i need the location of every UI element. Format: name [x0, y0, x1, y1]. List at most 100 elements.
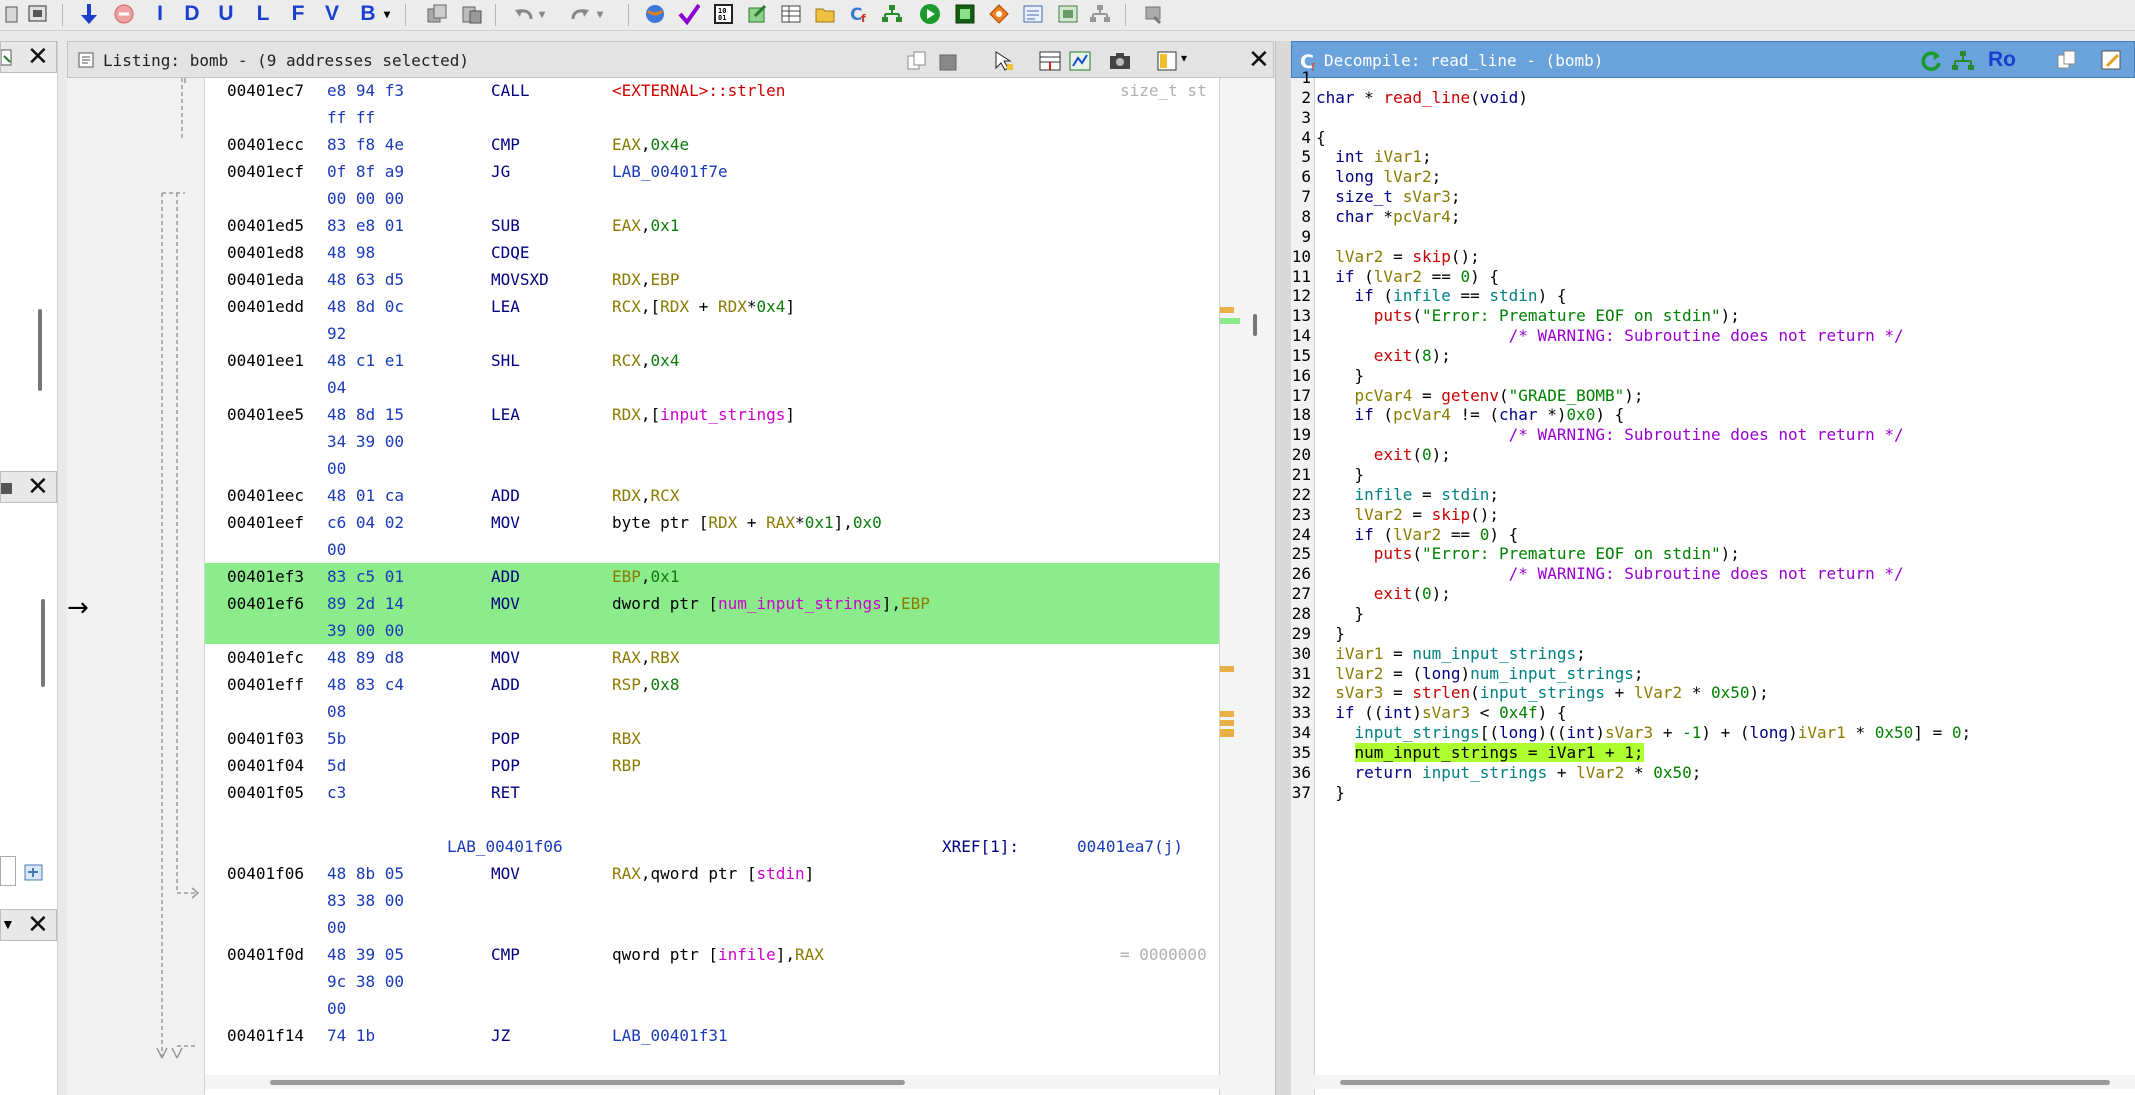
instruction-operands[interactable]: RBX — [612, 725, 641, 752]
code-text[interactable]: infile = stdin; — [1316, 485, 1500, 505]
code-text[interactable]: if (lVar2 == 0) { — [1316, 525, 1519, 545]
instruction-mnemonic[interactable]: MOV — [491, 860, 520, 887]
network-icon[interactable] — [1088, 2, 1112, 26]
code-token[interactable]: 0 — [1461, 267, 1471, 286]
listing-row[interactable]: 00401eec 48 01 ca ADD RDX,RCX — [205, 482, 1294, 509]
diamond-icon[interactable] — [987, 2, 1011, 26]
code-text[interactable]: } — [1316, 366, 1365, 386]
operand-token[interactable]: EBP — [651, 270, 680, 289]
code-token[interactable]: puts — [1374, 306, 1413, 325]
operand-token[interactable]: stdin — [757, 864, 805, 883]
code-token[interactable]: /* WARNING: Subroutine does not return *… — [1509, 425, 1904, 444]
code-text[interactable]: if ((int)sVar3 < 0x4f) { — [1316, 703, 1566, 723]
code-token[interactable]: if — [1355, 525, 1374, 544]
table-icon[interactable] — [779, 2, 803, 26]
instruction-mnemonic[interactable]: CALL — [491, 78, 530, 104]
listing-label-row[interactable]: LAB_00401f06 XREF[1]: 00401ea7(j) — [205, 833, 1294, 860]
listing-window-icon[interactable] — [1021, 2, 1045, 26]
layout-icon[interactable] — [1156, 50, 1178, 72]
listing-row[interactable]: 34 39 00 — [205, 428, 1294, 455]
code-token[interactable]: infile — [1393, 286, 1451, 305]
code-token[interactable]: lVar2 — [1576, 763, 1624, 782]
code-text[interactable]: exit(0); — [1316, 445, 1451, 465]
code-line[interactable]: 29 } — [1291, 624, 2135, 644]
code-token[interactable]: exit — [1374, 346, 1413, 365]
instruction-operands[interactable]: qword ptr [infile],RAX — [612, 941, 824, 968]
code-text[interactable]: if (pcVar4 != (char *)0x0) { — [1316, 405, 1625, 425]
overview-marker[interactable] — [1220, 318, 1240, 324]
call-tree-icon[interactable] — [880, 2, 904, 26]
code-text[interactable]: lVar2 = skip(); — [1316, 247, 1480, 267]
listing-row[interactable]: 00401eda 48 63 d5 MOVSXD RDX,EBP — [205, 266, 1294, 293]
code-line[interactable]: 7 size_t sVar3; — [1291, 187, 2135, 207]
code-text[interactable]: /* WARNING: Subroutine does not return *… — [1316, 326, 1904, 346]
code-token[interactable]: puts — [1374, 544, 1413, 563]
code-token[interactable]: if — [1335, 703, 1354, 722]
code-token[interactable]: long — [1335, 167, 1374, 186]
code-token[interactable]: input_strings — [1355, 723, 1480, 742]
code-line[interactable]: 31 lVar2 = (long)num_input_strings; — [1291, 664, 2135, 684]
instruction-address[interactable]: 00401f14 — [227, 1022, 304, 1049]
operand-token[interactable]: 0x4 — [651, 351, 680, 370]
edit-fields-icon[interactable] — [1038, 50, 1062, 72]
code-token[interactable]: 0x4f — [1499, 703, 1538, 722]
code-line[interactable]: 32 sVar3 = strlen(input_strings + lVar2 … — [1291, 683, 2135, 703]
instruction-operands[interactable]: RSP,0x8 — [612, 671, 679, 698]
code-text[interactable]: lVar2 = (long)num_input_strings; — [1316, 664, 1643, 684]
code-line[interactable]: 28 } — [1291, 604, 2135, 624]
script-manager-icon[interactable] — [953, 2, 977, 26]
listing-row[interactable]: 83 38 00 — [205, 887, 1294, 914]
instruction-operands[interactable]: RDX,RCX — [612, 482, 679, 509]
instruction-address[interactable]: 00401ec7 — [227, 78, 304, 104]
code-text[interactable]: } — [1316, 604, 1365, 624]
operand-token[interactable]: 0x4 — [757, 297, 786, 316]
listing-horizontal-scrollbar[interactable] — [205, 1075, 1225, 1089]
listing-blank-row[interactable] — [205, 806, 1294, 833]
listing-row[interactable]: 00401ecf 0f 8f a9 JG LAB_00401f7e — [205, 158, 1294, 185]
operand-token[interactable]: EAX — [612, 135, 641, 154]
instruction-address[interactable]: 00401ef6 — [227, 590, 304, 617]
instruction-mnemonic[interactable]: CDQE — [491, 239, 530, 266]
undefined-letter-icon[interactable]: U — [214, 2, 238, 26]
code-text[interactable]: /* WARNING: Subroutine does not return *… — [1316, 564, 1904, 584]
code-token[interactable]: -1 — [1682, 723, 1701, 742]
chevron-down-icon[interactable]: ▾ — [1181, 51, 1187, 65]
code-line[interactable]: 30 iVar1 = num_input_strings; — [1291, 644, 2135, 664]
paste-icon[interactable] — [938, 51, 960, 71]
code-token[interactable]: pcVar4 — [1393, 207, 1451, 226]
code-token[interactable]: if — [1355, 286, 1374, 305]
operand-token[interactable]: infile — [718, 945, 776, 964]
code-line[interactable]: 9 — [1291, 227, 2135, 247]
listing-row[interactable]: 92 — [205, 320, 1294, 347]
code-token[interactable]: lVar2 — [1335, 664, 1383, 683]
code-text[interactable]: int iVar1; — [1316, 147, 1431, 167]
code-text[interactable]: exit(8); — [1316, 346, 1451, 366]
instruction-operands[interactable]: RCX,0x4 — [612, 347, 679, 374]
stop-icon[interactable] — [112, 2, 136, 26]
operand-token[interactable]: RCX — [612, 351, 641, 370]
run-icon[interactable] — [918, 2, 942, 26]
operand-token[interactable]: RCX — [612, 297, 641, 316]
instruction-mnemonic[interactable]: LEA — [491, 293, 520, 320]
xref-address[interactable]: 00401ea7(j) — [1077, 833, 1183, 860]
instruction-mnemonic[interactable]: ADD — [491, 482, 520, 509]
code-line[interactable]: 4{ — [1291, 128, 2135, 148]
listing-row[interactable]: 00401f04 5d POP RBP — [205, 752, 1294, 779]
code-token[interactable]: "GRADE_BOMB" — [1509, 386, 1625, 405]
cursor-select-icon[interactable] — [993, 50, 1015, 72]
instruction-address[interactable]: 00401efc — [227, 644, 304, 671]
code-token[interactable]: lVar2 — [1393, 525, 1441, 544]
code-token[interactable]: int — [1383, 703, 1412, 722]
help-icon[interactable] — [1143, 2, 1167, 26]
window-icon[interactable] — [0, 2, 24, 26]
instruction-mnemonic[interactable]: ADD — [491, 563, 520, 590]
listing-row[interactable]: 00401ef3 83 c5 01 ADD EBP,0x1 — [205, 563, 1294, 590]
code-token[interactable]: skip — [1432, 505, 1471, 524]
function-letter-icon[interactable]: F — [286, 2, 310, 26]
code-line[interactable]: 25 puts("Error: Premature EOF on stdin")… — [1291, 544, 2135, 564]
code-token[interactable]: input_strings — [1422, 763, 1547, 782]
instruction-address[interactable]: 00401f03 — [227, 725, 304, 752]
code-line[interactable]: 24 if (lVar2 == 0) { — [1291, 525, 2135, 545]
listing-row[interactable]: 00401eff 48 83 c4 ADD RSP,0x8 — [205, 671, 1294, 698]
code-text[interactable]: if (infile == stdin) { — [1316, 286, 1567, 306]
